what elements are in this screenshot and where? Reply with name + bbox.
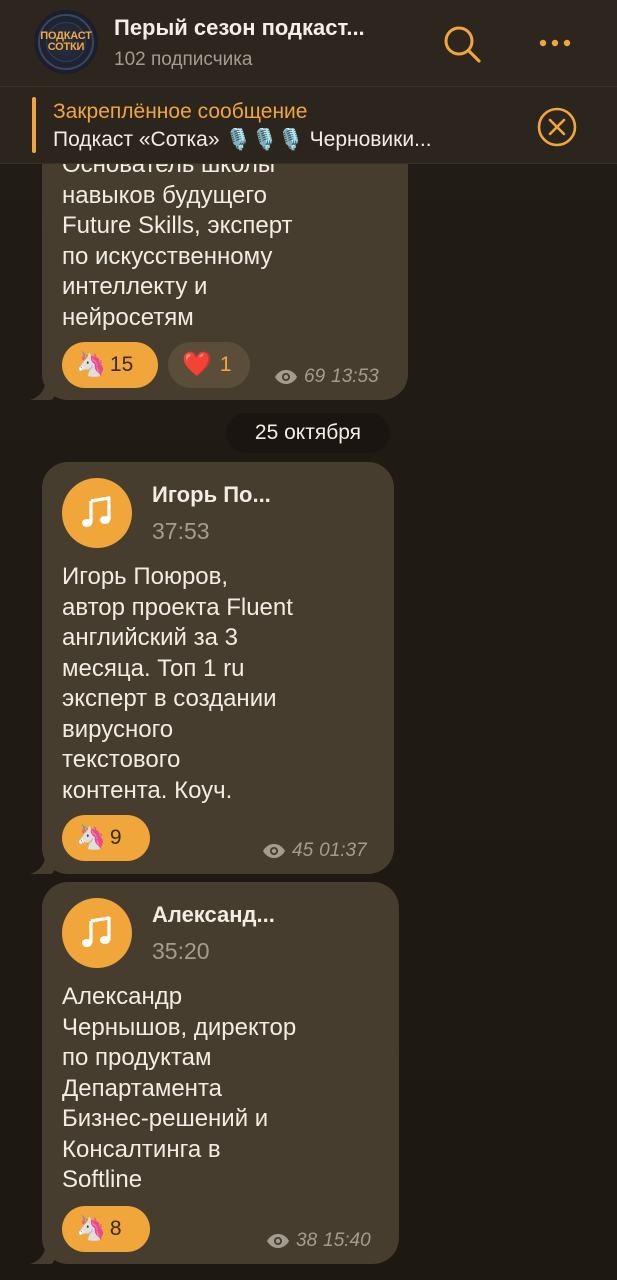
audio-title: Игорь По... <box>152 482 271 507</box>
view-count: 38 <box>296 1230 318 1251</box>
message-2-line: эксперт в создании <box>62 685 277 712</box>
reaction-count: 9 <box>109 826 122 849</box>
reaction-count: 1 <box>219 353 232 376</box>
reaction-unicorn[interactable]: 🦄 15 <box>62 342 158 388</box>
message-2-line: автор проекта Fluent <box>62 593 293 621</box>
message-time: 13:53 <box>331 366 379 387</box>
heart-icon: ❤️ <box>182 351 212 378</box>
message-bubble-3[interactable]: Александ... 35:20 Александр Чернышов, ди… <box>42 882 399 1264</box>
channel-avatar[interactable]: ПОДКАСТ СОТКИ <box>34 10 98 74</box>
message-2-line: английский за 3 <box>62 624 238 651</box>
search-icon <box>444 26 481 63</box>
chat-header: ПОДКАСТ СОТКИ Перый сезон подкаст... 102… <box>0 0 617 86</box>
more-icon <box>539 39 571 47</box>
message-3-line: Департамента <box>62 1074 223 1102</box>
message-meta: 45 01:37 <box>262 840 367 862</box>
reaction-unicorn[interactable]: 🦄 8 <box>62 1206 150 1252</box>
message-2-line: Игорь Поюров, <box>62 563 229 590</box>
eye-icon <box>263 844 285 858</box>
pinned-text: Подкаст «Сотка» 🎙️🎙️🎙️ Черновики... <box>53 128 432 151</box>
message-1-line: Future Skills, эксперт <box>62 212 293 239</box>
channel-title[interactable]: Перый сезон подкаст... <box>114 15 414 41</box>
pinned-label: Закреплённое сообщение <box>53 100 308 123</box>
view-count: 69 <box>304 366 326 387</box>
audio-play-button[interactable] <box>62 898 132 968</box>
search-button[interactable] <box>440 22 484 66</box>
reaction-heart[interactable]: ❤️ 1 <box>168 342 250 388</box>
close-circle-icon <box>537 107 577 147</box>
audio-play-button[interactable] <box>62 478 132 548</box>
reaction-count: 8 <box>109 1217 122 1240</box>
close-pinned-button[interactable] <box>536 106 578 148</box>
chat-screen: Основатель школы навыков будущего Future… <box>0 0 617 1280</box>
reaction-count: 15 <box>109 353 134 376</box>
message-2-line: месяца. Топ 1 ru <box>62 654 245 682</box>
unicorn-icon: 🦄 <box>76 824 106 851</box>
message-3-line: Softline <box>62 1166 143 1193</box>
pinned-indicator <box>32 97 36 153</box>
message-2-line: контента. Коуч. <box>62 776 233 804</box>
message-2-text: Игорь Поюров, автор проекта Fluent англи… <box>62 562 293 806</box>
audio-duration: 35:20 <box>152 938 210 964</box>
message-2-line: вирусного <box>62 715 174 743</box>
subscriber-count: 102 подписчика <box>114 49 253 70</box>
message-3-line: Консалтинга в <box>62 1135 221 1163</box>
avatar-text: СОТКИ <box>47 41 85 53</box>
message-2-line: текстового <box>62 746 181 773</box>
audio-title: Александ... <box>152 902 275 927</box>
message-3-text: Александр Чернышов, директор по продукта… <box>62 982 296 1196</box>
more-button[interactable] <box>535 28 575 58</box>
view-count: 45 <box>292 840 314 861</box>
message-1-line: навыков будущего <box>62 181 267 209</box>
pinned-message-bar[interactable]: Закреплённое сообщение Подкаст «Сотка» 🎙… <box>0 86 617 164</box>
message-1-line: нейросетям <box>62 303 194 331</box>
music-note-icon <box>82 916 111 947</box>
audio-duration: 37:53 <box>152 518 210 544</box>
music-note-icon <box>82 496 111 527</box>
unicorn-icon: 🦄 <box>76 351 106 378</box>
message-bubble-2[interactable]: Игорь По... 37:53 Игорь Поюров, автор пр… <box>42 462 394 874</box>
date-separator: 25 октября <box>226 413 390 453</box>
message-meta: 69 13:53 <box>274 366 379 388</box>
eye-icon <box>275 370 297 384</box>
message-time: 01:37 <box>319 840 367 861</box>
message-1-line: по искусственному <box>62 242 273 270</box>
message-3-line: по продуктам <box>62 1044 212 1071</box>
message-3-line: Александр <box>62 983 183 1010</box>
message-1-line: интеллекту и <box>62 273 208 300</box>
message-1-text: Основатель школы навыков будущего Future… <box>62 150 293 333</box>
message-3-line: Бизнес-решений и <box>62 1105 269 1132</box>
message-meta: 38 15:40 <box>266 1230 371 1252</box>
eye-icon <box>267 1234 289 1248</box>
message-3-line: Чернышов, директор <box>62 1013 297 1041</box>
message-time: 15:40 <box>323 1230 371 1251</box>
unicorn-icon: 🦄 <box>76 1215 106 1242</box>
reaction-unicorn[interactable]: 🦄 9 <box>62 815 150 861</box>
